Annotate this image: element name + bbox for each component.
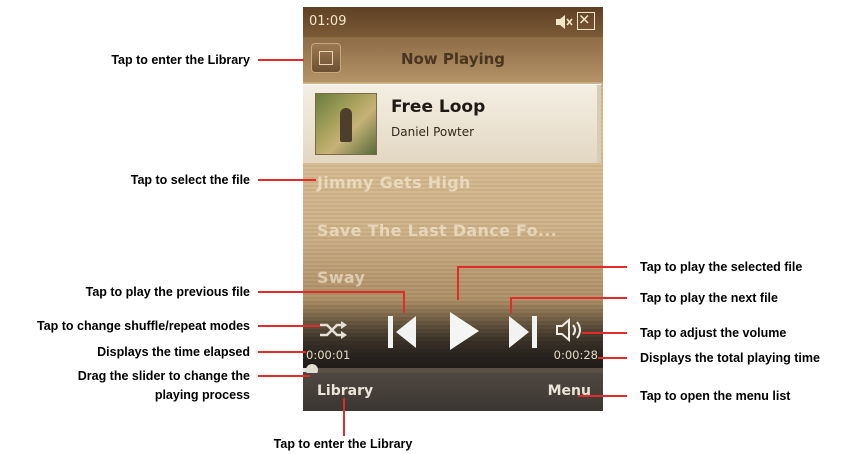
status-clock: 01:09 xyxy=(309,14,347,29)
status-bar: 01:09 xyxy=(303,7,603,37)
track-artist: Daniel Powter xyxy=(391,125,475,139)
callout-line xyxy=(258,179,316,181)
play-icon[interactable] xyxy=(447,310,481,352)
annotation-time-elapsed: Displays the time elapsed xyxy=(97,345,250,359)
annotation-shuffle-repeat: Tap to change shuffle/repeat modes xyxy=(36,319,250,333)
speaker-mute-icon[interactable] xyxy=(555,14,573,30)
annotation-menu-list: Tap to open the menu list xyxy=(640,389,791,403)
callout-line xyxy=(457,266,627,268)
annotation-adjust-volume: Tap to adjust the volume xyxy=(640,326,787,340)
callout-line xyxy=(510,297,512,313)
current-track-row[interactable]: Free Loop Daniel Powter xyxy=(303,84,601,163)
title-bar: Now Playing xyxy=(303,37,603,82)
callout-line xyxy=(258,375,310,377)
page-title: Now Playing xyxy=(400,50,506,68)
callout-line xyxy=(510,297,627,299)
album-art xyxy=(315,93,377,155)
playlist-item[interactable]: Sway xyxy=(317,268,365,287)
callout-line xyxy=(258,351,306,353)
callout-line xyxy=(457,266,459,300)
callout-line xyxy=(258,291,404,293)
callout-line xyxy=(578,395,627,397)
library-softkey[interactable]: Library xyxy=(317,383,373,399)
elapsed-time: 0:00:01 xyxy=(306,348,351,362)
annotation-enter-library-bottom: Tap to enter the Library xyxy=(273,437,413,451)
annotation-play-next: Tap to play the next file xyxy=(640,291,778,305)
annotation-play-previous: Tap to play the previous file xyxy=(85,285,250,299)
annotation-total-time: Displays the total playing time xyxy=(640,351,820,365)
callout-line xyxy=(403,291,405,313)
annotation-play-selected: Tap to play the selected file xyxy=(640,260,803,274)
playlist-item[interactable]: Jimmy Gets High xyxy=(317,173,471,192)
playlist-item[interactable]: Save The Last Dance Fo... xyxy=(317,221,557,240)
volume-icon[interactable] xyxy=(555,318,585,342)
scrollbar[interactable] xyxy=(597,85,601,163)
callout-line xyxy=(582,332,627,334)
softkey-bar: Library Menu xyxy=(303,373,603,411)
shuffle-repeat-icon[interactable] xyxy=(319,320,347,340)
annotation-enter-library: Tap to enter the Library xyxy=(111,53,250,67)
callout-line xyxy=(258,325,320,327)
close-icon[interactable] xyxy=(577,12,595,30)
annotation-drag-slider: Drag the slider to change the xyxy=(77,369,250,383)
callout-line xyxy=(343,398,345,436)
callout-line xyxy=(598,357,627,359)
progress-slider[interactable] xyxy=(303,364,603,376)
previous-track-icon[interactable] xyxy=(386,314,418,350)
track-title: Free Loop xyxy=(391,97,486,117)
menu-softkey[interactable]: Menu xyxy=(548,383,591,399)
next-track-icon[interactable] xyxy=(507,314,539,350)
music-player-screen: 01:09 Now Playing Free Loop Daniel Powte… xyxy=(303,7,603,411)
callout-line xyxy=(258,59,304,61)
total-time: 0:00:28 xyxy=(553,348,598,362)
annotation-drag-slider-cont: playing process xyxy=(154,388,250,402)
annotation-select-file: Tap to select the file xyxy=(130,173,250,187)
